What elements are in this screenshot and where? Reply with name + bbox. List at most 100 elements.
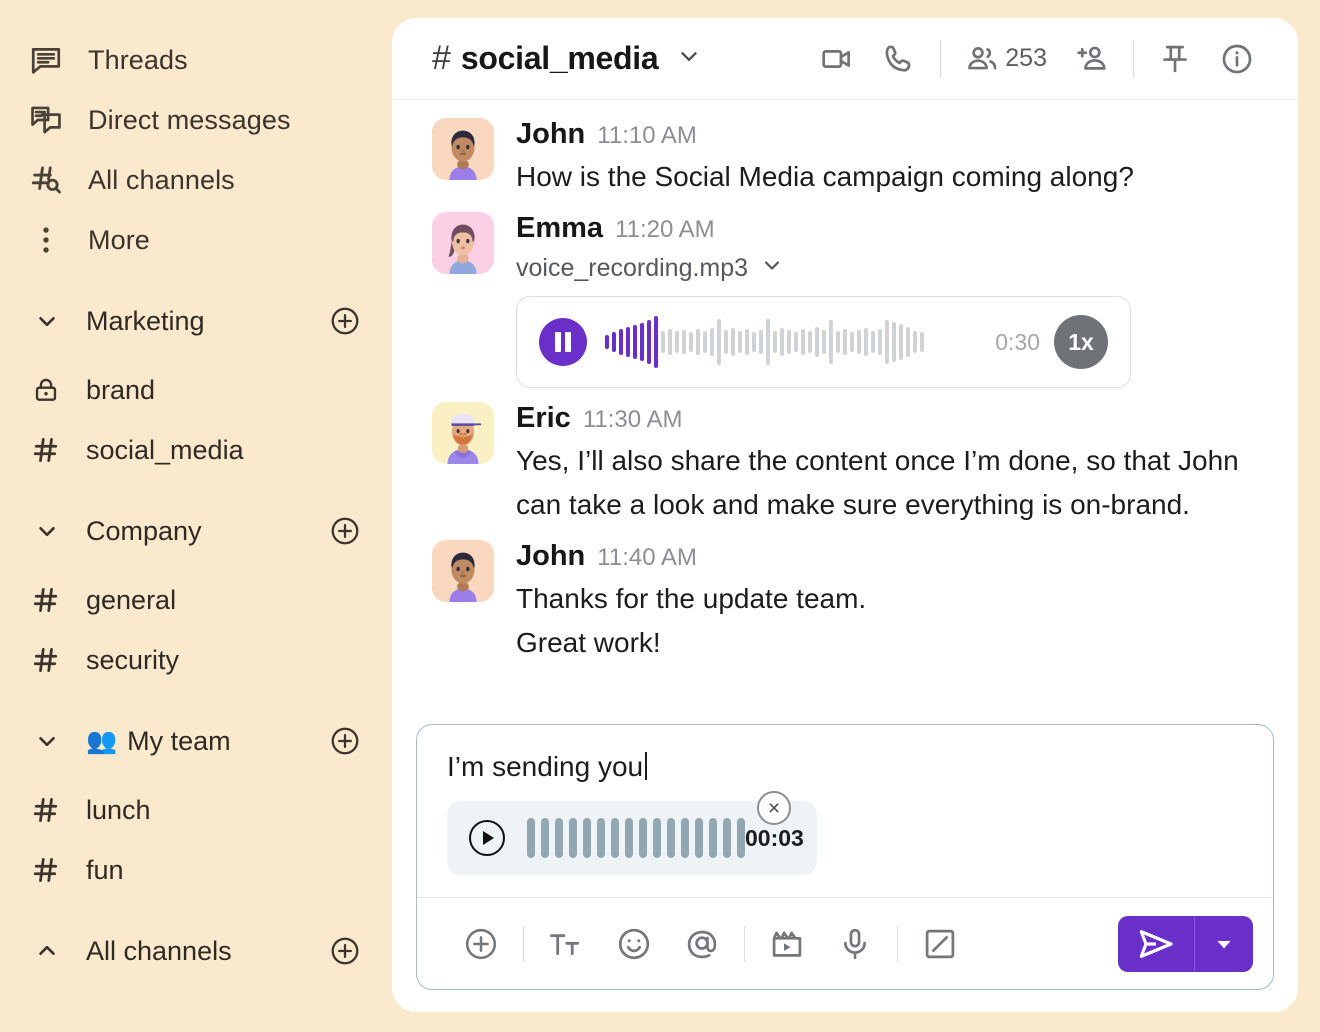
waveform-bar (864, 328, 868, 357)
send-button-group[interactable] (1117, 915, 1253, 972)
add-channel-button-company[interactable] (328, 514, 362, 548)
audio-waveform[interactable] (605, 314, 977, 370)
channel-title-button[interactable]: # social_media (432, 39, 702, 78)
chevron-down-icon[interactable] (676, 43, 702, 74)
sidebar-item-label: Threads (88, 44, 188, 75)
add-attachment-icon[interactable] (447, 926, 515, 962)
composer-toolbar (417, 897, 1273, 989)
waveform-bar (633, 325, 637, 360)
video-camera-icon[interactable] (806, 42, 868, 76)
waveform-bar (597, 818, 605, 858)
waveform-bar (920, 332, 924, 353)
sidebar-channel-security[interactable]: security (0, 630, 392, 690)
send-button[interactable] (1118, 916, 1194, 972)
text-format-icon[interactable] (532, 926, 600, 962)
waveform-bar (731, 328, 735, 357)
mention-icon[interactable] (668, 926, 736, 962)
waveform-bar (639, 818, 647, 858)
text-cursor (645, 752, 648, 780)
avatar-john[interactable] (432, 540, 494, 603)
members-icon[interactable]: 253 (951, 42, 1061, 76)
composer-input[interactable]: I’m sending you (417, 725, 1273, 787)
hash-icon (28, 585, 64, 615)
message-composer[interactable]: I’m sending you 00:03 × (416, 724, 1274, 990)
waveform-bar (619, 329, 623, 356)
sidebar-item-threads[interactable]: Threads (0, 30, 392, 90)
waveform-bar (541, 818, 549, 858)
header-tools: 253 (806, 39, 1268, 78)
attachment-filename[interactable]: voice_recording.mp3 (516, 253, 1268, 284)
message-text: How is the Social Media campaign coming … (516, 161, 1134, 192)
sidebar-channel-fun[interactable]: fun (0, 840, 392, 900)
video-clip-icon[interactable] (753, 926, 821, 962)
attachment-waveform[interactable] (527, 818, 745, 858)
waveform-bar (836, 331, 840, 354)
hash-icon (28, 795, 64, 825)
channel-label: general (86, 584, 177, 615)
emoji-icon[interactable] (600, 926, 668, 962)
waveform-bar (717, 319, 721, 366)
waveform-bar (605, 335, 609, 350)
waveform-bar (675, 331, 679, 354)
add-channel-button-my-team[interactable] (328, 724, 362, 758)
remove-attachment-button[interactable]: × (757, 791, 791, 825)
channel-header: # social_media 253 (392, 18, 1298, 100)
direct-messages-icon (24, 98, 68, 142)
waveform-bar (892, 322, 896, 363)
add-channel-button-marketing[interactable] (328, 304, 362, 338)
microphone-icon[interactable] (821, 926, 889, 962)
sidebar-section-marketing[interactable]: Marketing (0, 292, 392, 350)
waveform-bar (668, 329, 672, 356)
message-item: John 11:40 AM Thanks for the update team… (432, 540, 1268, 664)
playback-speed-button[interactable]: 1x (1054, 315, 1108, 370)
waveform-bar (878, 329, 882, 356)
message-header: Emma 11:20 AM (516, 212, 1268, 245)
sidebar-section-all-channels[interactable]: All channels (0, 922, 392, 980)
divider (1133, 39, 1134, 78)
sidebar-item-all-channels[interactable]: All channels (0, 150, 392, 210)
sidebar-item-direct-messages[interactable]: Direct messages (0, 90, 392, 150)
sidebar-channel-social-media[interactable]: social_media (0, 420, 392, 480)
message-item: Eric 11:30 AM Yes, I’ll also share the c… (432, 402, 1268, 526)
sidebar-channel-brand[interactable]: brand (0, 360, 392, 420)
avatar-emma[interactable] (432, 212, 494, 275)
waveform-bar (640, 323, 644, 362)
sidebar-item-label: All channels (88, 164, 235, 195)
phone-icon[interactable] (868, 42, 930, 76)
sidebar-channel-general[interactable]: general (0, 570, 392, 630)
waveform-bar (850, 332, 854, 353)
info-icon[interactable] (1206, 42, 1268, 76)
section-name-text: All channels (86, 935, 232, 966)
chevron-down-icon[interactable] (760, 253, 784, 284)
pause-button[interactable] (539, 318, 587, 367)
play-button[interactable] (469, 820, 505, 856)
channel-label: lunch (86, 794, 151, 825)
sidebar-section-my-team[interactable]: 👥 My team (0, 712, 392, 770)
sidebar-section-label: All channels (86, 936, 232, 967)
channel-label: security (86, 644, 180, 675)
member-count: 253 (1005, 44, 1047, 72)
waveform-bar (667, 818, 675, 858)
attachment-area: 00:03 × (417, 787, 847, 897)
pin-icon[interactable] (1144, 42, 1206, 76)
more-dots-icon (24, 218, 68, 262)
message-list[interactable]: John 11:10 AM How is the Social Media ca… (392, 100, 1298, 718)
sidebar-channel-lunch[interactable]: lunch (0, 780, 392, 840)
waveform-bar (737, 818, 745, 858)
add-channel-button-all-channels[interactable] (328, 934, 362, 968)
avatar-eric[interactable] (432, 402, 494, 465)
sidebar-section-label: 👥 My team (86, 726, 231, 757)
add-person-icon[interactable] (1061, 42, 1123, 76)
avatar-john[interactable] (432, 118, 494, 180)
audio-player[interactable]: 0:30 1x (516, 296, 1131, 389)
sidebar-section-company[interactable]: Company (0, 502, 392, 560)
sidebar-item-more[interactable]: More (0, 210, 392, 270)
waveform-bar (710, 328, 714, 357)
waveform-bar (555, 818, 563, 858)
message-text: Yes, I’ll also share the content once I’… (516, 445, 1239, 520)
sidebar-item-label: Direct messages (88, 104, 291, 135)
draw-icon[interactable] (906, 926, 974, 962)
send-options-dropdown[interactable] (1195, 916, 1253, 972)
sidebar-section-label: Company (86, 516, 202, 547)
channel-label: fun (86, 854, 124, 885)
